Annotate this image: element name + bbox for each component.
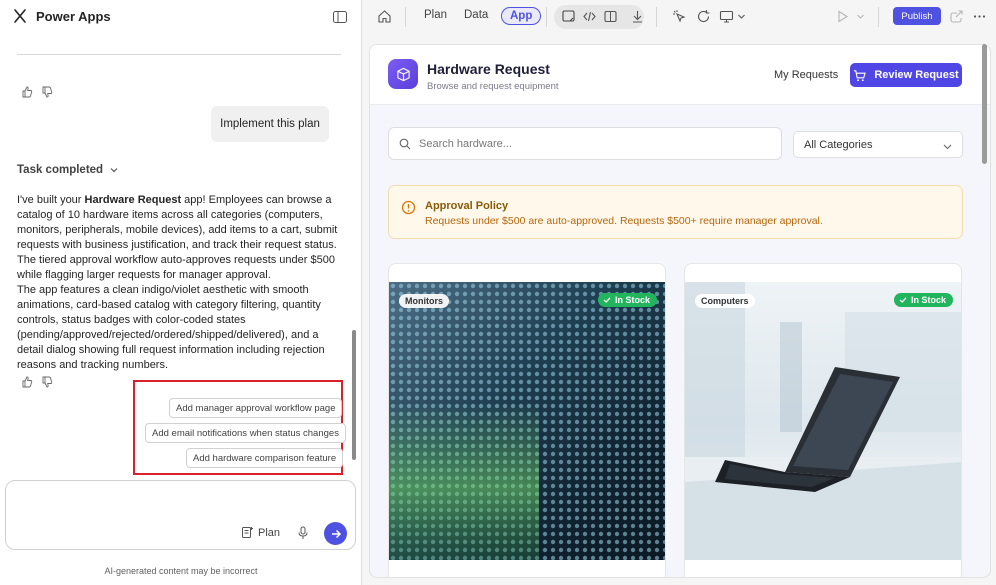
product-card[interactable]: Computers In Stock <box>684 263 962 577</box>
stock-label: In Stock <box>614 295 650 305</box>
toolbar: Plan Data App Publish <box>363 0 996 34</box>
msg-app-name: Hardware Request <box>84 194 182 206</box>
product-image-laptop <box>685 282 961 560</box>
power-apps-logo-icon <box>14 9 26 23</box>
thumbs-up-icon[interactable] <box>21 376 33 388</box>
assistant-message: I've built your Hardware Request app! Em… <box>17 193 347 373</box>
search-icon <box>399 138 411 149</box>
tab-app[interactable]: App <box>501 7 542 25</box>
home-icon[interactable] <box>377 9 392 24</box>
arrow-right-icon <box>331 529 341 538</box>
review-request-label: Review Request <box>874 69 959 81</box>
tab-data[interactable]: Data <box>464 9 488 21</box>
code-view-icon[interactable] <box>582 9 597 24</box>
stock-badge: In Stock <box>597 293 657 307</box>
device-preview-icon[interactable] <box>719 9 734 24</box>
toolbar-divider <box>656 7 657 27</box>
chevron-down-icon[interactable] <box>856 9 865 24</box>
cart-icon <box>854 69 867 81</box>
user-message: Implement this plan <box>211 106 329 142</box>
canvas-scrollbar[interactable] <box>982 44 987 164</box>
stock-label: In Stock <box>910 295 946 305</box>
warning-icon <box>401 200 416 215</box>
approval-policy-banner: Approval Policy Requests under $500 are … <box>388 185 963 239</box>
task-status-toggle[interactable]: Task completed <box>17 164 119 176</box>
play-icon[interactable] <box>835 9 850 24</box>
search-input[interactable] <box>419 137 759 150</box>
category-badge: Computers <box>695 294 755 308</box>
microphone-icon[interactable] <box>297 526 309 540</box>
tab-plan[interactable]: Plan <box>424 9 447 21</box>
box-icon <box>396 67 410 81</box>
feedback-buttons <box>21 86 53 98</box>
chat-scrollbar[interactable] <box>352 330 356 460</box>
divider <box>17 54 341 55</box>
thumbs-down-icon[interactable] <box>41 376 53 388</box>
more-options-icon[interactable] <box>972 9 987 24</box>
app-preview-canvas: Hardware Request Browse and request equi… <box>369 44 991 578</box>
task-status-label: Task completed <box>17 164 104 176</box>
toolbar-divider <box>878 7 879 27</box>
send-button[interactable] <box>324 522 347 545</box>
thumbs-up-icon[interactable] <box>21 86 33 98</box>
ai-disclaimer: AI-generated content may be incorrect <box>104 566 258 576</box>
split-view-icon[interactable] <box>603 9 618 24</box>
plan-button-label: Plan <box>258 526 281 539</box>
share-icon[interactable] <box>949 9 964 24</box>
product-card[interactable]: Monitors In Stock <box>388 263 666 577</box>
design-view-icon[interactable] <box>561 9 576 24</box>
suggestion-chip[interactable]: Add email notifications when status chan… <box>145 423 346 443</box>
thumbs-down-icon[interactable] <box>41 86 53 98</box>
review-request-button[interactable]: Review Request <box>850 63 962 87</box>
brand: Power Apps <box>12 8 111 24</box>
policy-text: Requests under $500 are auto-approved. R… <box>425 215 823 227</box>
suggestion-chip[interactable]: Add hardware comparison feature <box>186 448 344 468</box>
chat-pane: Power Apps Implement this plan Task comp… <box>0 0 362 585</box>
publish-button[interactable]: Publish <box>893 7 941 25</box>
chevron-down-icon[interactable] <box>737 9 746 24</box>
category-select[interactable]: All Categories <box>793 131 963 158</box>
chevron-down-icon <box>943 144 952 150</box>
refresh-icon[interactable] <box>696 9 711 24</box>
category-badge: Monitors <box>399 294 449 308</box>
policy-title: Approval Policy <box>425 200 509 212</box>
app-subtitle: Browse and request equipment <box>427 81 559 92</box>
msg-body1: app! Employees can browse a catalog of 1… <box>17 194 338 281</box>
toolbar-divider <box>546 7 547 27</box>
suggestion-chip[interactable]: Add manager approval workflow page <box>169 398 343 418</box>
product-image-monitor <box>389 282 665 560</box>
msg-body2: The app features a clean indigo/violet a… <box>17 284 325 371</box>
feedback-buttons <box>21 376 53 388</box>
search-box[interactable] <box>388 127 782 160</box>
category-selected: All Categories <box>804 138 873 151</box>
plan-icon <box>242 527 253 538</box>
check-icon <box>899 297 907 303</box>
check-icon <box>603 297 611 303</box>
plan-button[interactable]: Plan <box>241 526 280 539</box>
sidebar-toggle-icon[interactable] <box>332 9 348 25</box>
brand-name: Power Apps <box>36 8 111 24</box>
my-requests-link[interactable]: My Requests <box>774 69 838 81</box>
app-logo <box>388 59 418 89</box>
msg-intro: I've built your <box>17 194 85 206</box>
chevron-down-icon <box>110 168 118 173</box>
stock-badge: In Stock <box>893 293 953 307</box>
download-icon[interactable] <box>630 9 645 24</box>
toolbar-divider <box>405 7 406 27</box>
chat-composer[interactable]: Plan <box>5 480 356 550</box>
app-header: Hardware Request Browse and request equi… <box>370 45 990 105</box>
app-title: Hardware Request <box>427 61 550 77</box>
select-element-icon[interactable] <box>672 9 687 24</box>
